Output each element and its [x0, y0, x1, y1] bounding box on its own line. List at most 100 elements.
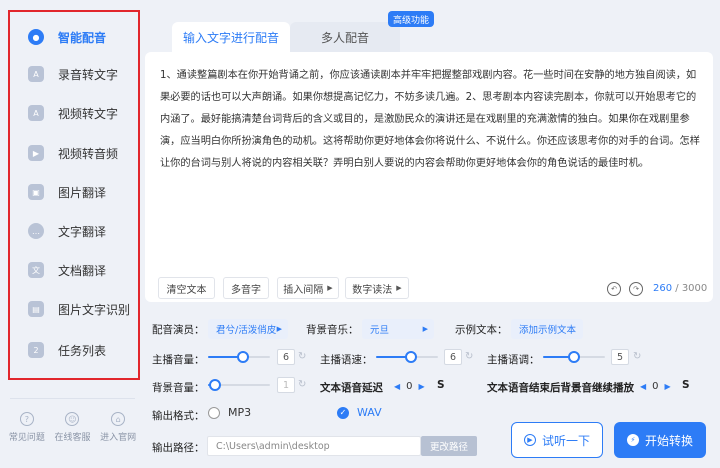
sidebar-item-video-to-text[interactable]: A 视频转文字 [28, 98, 138, 128]
sample-label: 示例文本： [455, 324, 508, 336]
sidebar-item-task-list[interactable]: 2 任务列表 [28, 335, 138, 365]
format-mp3-label: MP3 [228, 406, 252, 419]
undo-icon[interactable]: ↶ [607, 282, 621, 296]
sample-value: 添加示例文本 [519, 325, 577, 336]
format-wav-label: WAV [357, 406, 382, 419]
volume-value[interactable]: 6 [277, 349, 295, 365]
listen-button[interactable]: ▶ 试听一下 [511, 422, 603, 458]
polyphone-label: 多音字 [231, 284, 261, 296]
tab-multi-voice[interactable]: 多人配音 [290, 22, 400, 52]
delay-label: 文本语音延迟 [320, 382, 383, 394]
increase-icon[interactable]: ▶ [665, 382, 671, 391]
format-label: 输出格式： [152, 410, 205, 422]
sidebar-item-ocr[interactable]: ▤ 图片文字识别 [28, 294, 138, 324]
path-label: 输出路径： [152, 442, 205, 454]
radio-circle[interactable] [208, 406, 220, 419]
sidebar-item-label: 视频转文字 [58, 106, 119, 121]
character-count-current: 260 [653, 283, 673, 294]
sidebar: ● 智能配音 A 录音转文字 A 视频转文字 ▶ 视频转音频 ▣ 图片翻译 … … [0, 0, 145, 468]
video-text-icon: A [28, 105, 44, 121]
sidebar-divider [10, 398, 135, 399]
listen-label: 试听一下 [541, 433, 590, 448]
sidebar-item-video-to-audio[interactable]: ▶ 视频转音频 [28, 138, 138, 168]
slider-knob[interactable] [404, 351, 417, 363]
convert-icon: ⚡ [626, 434, 639, 446]
music-select[interactable]: 元旦 ▶ [362, 319, 434, 339]
sidebar-item-label: 录音转文字 [58, 67, 119, 82]
character-count: 260 / 3000 [653, 283, 707, 294]
voice-label: 配音演员： [152, 324, 205, 336]
advanced-feature-badge: 高级功能 [388, 11, 434, 27]
sidebar-item-label: 文字翻译 [58, 224, 107, 239]
increase-icon[interactable]: ▶ [419, 382, 425, 391]
caret-right-icon: ▶ [276, 325, 282, 333]
website-icon: ⌂ [111, 412, 126, 426]
number-reading-button[interactable]: 数字读法 ▶ [345, 277, 409, 299]
bg-volume-label: 背景音量： [152, 382, 205, 394]
editor-text[interactable]: 1、通读整篇剧本在你开始背诵之前，你应该通读剧本并牢牢把握整部戏剧内容。花一些时… [160, 65, 700, 175]
faq-link[interactable]: ? 常见问题 [9, 412, 45, 443]
image-translate-icon: ▣ [28, 184, 44, 200]
insert-pause-button[interactable]: 插入间隔 ▶ [277, 277, 339, 299]
start-convert-label: 开始转换 [644, 433, 693, 448]
speed-label: 主播语速： [320, 354, 373, 366]
format-mp3-radio[interactable]: MP3 [208, 406, 251, 419]
check-icon[interactable]: ✓ [337, 406, 349, 419]
decrease-icon[interactable]: ◀ [394, 382, 400, 391]
caret-right-icon: ▶ [327, 284, 333, 292]
continue-label: 文本语音结束后背景音继续播放 [487, 382, 634, 394]
support-link[interactable]: ☺ 在线客服 [54, 412, 90, 443]
reset-icon[interactable]: ↻ [465, 351, 473, 362]
website-label: 进入官网 [100, 433, 137, 443]
start-convert-button[interactable]: ⚡ 开始转换 [614, 422, 706, 458]
format-wav-radio[interactable]: ✓ WAV [337, 406, 382, 419]
sidebar-item-label: 图片翻译 [58, 185, 107, 200]
output-path-input[interactable]: C:\Users\admin\desktop [207, 436, 421, 456]
delay-stepper[interactable]: ◀ 0 ▶ [394, 378, 425, 394]
speed-slider[interactable] [376, 349, 438, 365]
sidebar-item-label: 视频转音频 [58, 146, 119, 161]
support-icon: ☺ [65, 412, 80, 426]
polyphone-button[interactable]: 多音字 [223, 277, 269, 299]
pitch-value[interactable]: 5 [611, 349, 629, 365]
sidebar-item-audio-to-text[interactable]: A 录音转文字 [28, 59, 138, 89]
slider-knob[interactable] [236, 351, 249, 363]
bg-volume-value[interactable]: 1 [277, 377, 295, 393]
text-editor[interactable]: 1、通读整篇剧本在你开始背诵之前，你应该通读剧本并牢牢把握整部戏剧内容。花一些时… [145, 52, 713, 302]
caret-right-icon: ▶ [396, 284, 402, 292]
continue-stepper[interactable]: ◀ 0 ▶ [640, 378, 671, 394]
sidebar-item-smart-dubbing[interactable]: ● 智能配音 [28, 22, 138, 52]
pitch-slider[interactable] [543, 349, 605, 365]
task-list-icon: 2 [28, 342, 44, 358]
play-icon: ▶ [523, 434, 536, 446]
sample-select[interactable]: 添加示例文本 [511, 319, 583, 339]
speed-value[interactable]: 6 [444, 349, 462, 365]
caret-right-icon: ▶ [422, 325, 428, 333]
support-label: 在线客服 [54, 433, 91, 443]
question-icon: ? [19, 412, 34, 426]
slider-knob[interactable] [568, 351, 580, 363]
reset-icon[interactable]: ↻ [298, 379, 306, 390]
clear-text-button[interactable]: 清空文本 [158, 277, 215, 299]
sidebar-item-text-translate[interactable]: … 文字翻译 [28, 216, 138, 246]
decrease-icon[interactable]: ◀ [640, 382, 646, 391]
delay-value: 0 [406, 380, 413, 392]
sidebar-item-label: 任务列表 [58, 343, 107, 358]
slider-knob[interactable] [209, 379, 222, 391]
reset-icon[interactable]: ↻ [633, 351, 641, 362]
bg-volume-slider[interactable] [208, 377, 270, 393]
text-translate-icon: … [28, 223, 44, 239]
sidebar-item-label: 文档翻译 [58, 263, 107, 278]
delay-unit: S [437, 379, 445, 391]
number-reading-label: 数字读法 [352, 284, 393, 296]
redo-icon[interactable]: ↷ [629, 282, 643, 296]
volume-label: 主播音量： [152, 354, 205, 366]
volume-slider[interactable] [208, 349, 270, 365]
website-link[interactable]: ⌂ 进入官网 [100, 412, 136, 443]
sidebar-item-document-translate[interactable]: 文 文档翻译 [28, 255, 138, 285]
reset-icon[interactable]: ↻ [298, 351, 306, 362]
tab-text-dubbing[interactable]: 输入文字进行配音 [172, 22, 290, 52]
change-path-button[interactable]: 更改路径 [421, 436, 477, 456]
sidebar-item-image-translate[interactable]: ▣ 图片翻译 [28, 177, 138, 207]
voice-select[interactable]: 君兮/活泼俏皮 ▶ [208, 319, 288, 339]
